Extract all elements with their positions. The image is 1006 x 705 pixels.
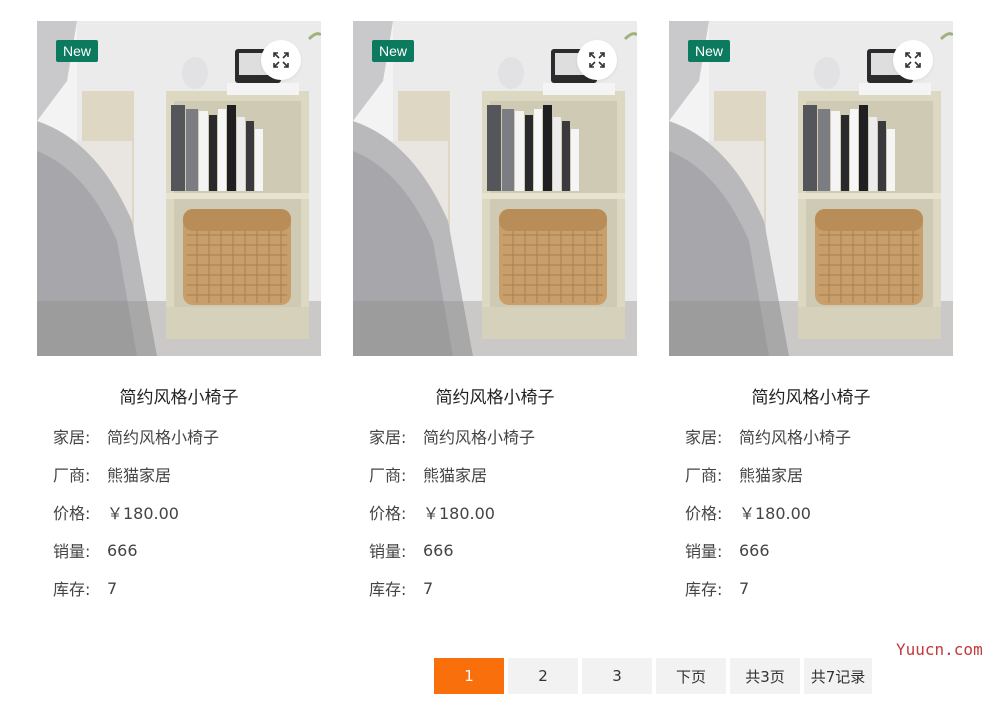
product-image[interactable]: New — [37, 21, 321, 356]
expand-icon[interactable] — [893, 40, 933, 80]
product-title[interactable]: 简约风格小椅子 — [37, 383, 321, 408]
maker-value: 熊猫家居 — [739, 466, 804, 485]
stock-label: 库存: — [685, 580, 723, 599]
info-row-maker: 厂商: 熊猫家居 — [53, 455, 321, 493]
page-1-button[interactable]: 1 — [434, 658, 504, 694]
sales-value: 666 — [423, 540, 454, 560]
category-value: 简约风格小椅子 — [107, 428, 220, 447]
maker-label: 厂商: — [53, 466, 91, 485]
price-value: ￥180.00 — [739, 504, 811, 523]
total-records-label: 共7记录 — [804, 658, 872, 694]
product-image[interactable]: New — [353, 21, 637, 356]
stock-value: 7 — [107, 578, 118, 598]
category-label: 家居: — [685, 428, 723, 447]
expand-icon[interactable] — [577, 40, 617, 80]
category-label: 家居: — [53, 428, 91, 447]
sales-label: 销量: — [53, 542, 91, 561]
info-row-price: 价格: ￥180.00 — [369, 493, 637, 531]
maker-label: 厂商: — [369, 466, 407, 485]
maker-value: 熊猫家居 — [423, 466, 488, 485]
stock-value: 7 — [423, 578, 434, 598]
info-row-category: 家居: 简约风格小椅子 — [53, 417, 321, 455]
info-row-price: 价格: ￥180.00 — [685, 493, 953, 531]
category-value: 简约风格小椅子 — [739, 428, 852, 447]
info-row-maker: 厂商: 熊猫家居 — [685, 455, 953, 493]
new-badge: New — [56, 40, 99, 62]
price-label: 价格: — [685, 504, 723, 523]
price-label: 价格: — [53, 504, 91, 523]
price-value: ￥180.00 — [423, 504, 495, 523]
product-card[interactable]: New 简约风格小椅子 家居: 简约风格小椅子 厂商: 熊猫家居 价格: ￥18… — [37, 21, 321, 607]
sales-label: 销量: — [685, 542, 723, 561]
product-title[interactable]: 简约风格小椅子 — [353, 383, 637, 408]
stock-label: 库存: — [369, 580, 407, 599]
product-card[interactable]: New 简约风格小椅子 家居: 简约风格小椅子 厂商: 熊猫家居 价格: ￥18… — [353, 21, 637, 607]
price-label: 价格: — [369, 504, 407, 523]
sales-value: 666 — [739, 540, 770, 560]
product-title[interactable]: 简约风格小椅子 — [669, 383, 953, 408]
new-badge: New — [372, 40, 415, 62]
info-row-stock: 库存: 7 — [685, 569, 953, 607]
sales-value: 666 — [107, 540, 138, 560]
stock-label: 库存: — [53, 580, 91, 599]
expand-icon[interactable] — [261, 40, 301, 80]
watermark: Yuucn.com — [896, 640, 983, 659]
product-info: 家居: 简约风格小椅子 厂商: 熊猫家居 价格: ￥180.00 销量: 666… — [685, 417, 953, 607]
maker-label: 厂商: — [685, 466, 723, 485]
info-row-maker: 厂商: 熊猫家居 — [369, 455, 637, 493]
info-row-category: 家居: 简约风格小椅子 — [685, 417, 953, 455]
product-info: 家居: 简约风格小椅子 厂商: 熊猫家居 价格: ￥180.00 销量: 666… — [53, 417, 321, 607]
info-row-sales: 销量: 666 — [369, 531, 637, 569]
page-2-button[interactable]: 2 — [508, 658, 578, 694]
sales-label: 销量: — [369, 542, 407, 561]
info-row-price: 价格: ￥180.00 — [53, 493, 321, 531]
page-3-button[interactable]: 3 — [582, 658, 652, 694]
category-label: 家居: — [369, 428, 407, 447]
product-image[interactable]: New — [669, 21, 953, 356]
product-card[interactable]: New 简约风格小椅子 家居: 简约风格小椅子 厂商: 熊猫家居 价格: ￥18… — [669, 21, 953, 607]
info-row-category: 家居: 简约风格小椅子 — [369, 417, 637, 455]
next-page-button[interactable]: 下页 — [656, 658, 726, 694]
total-pages-label: 共3页 — [730, 658, 800, 694]
pagination: 1 2 3 下页 共3页 共7记录 — [434, 658, 872, 694]
price-value: ￥180.00 — [107, 504, 179, 523]
info-row-stock: 库存: 7 — [369, 569, 637, 607]
category-value: 简约风格小椅子 — [423, 428, 536, 447]
stock-value: 7 — [739, 578, 750, 598]
info-row-sales: 销量: 666 — [685, 531, 953, 569]
new-badge: New — [688, 40, 731, 62]
product-info: 家居: 简约风格小椅子 厂商: 熊猫家居 价格: ￥180.00 销量: 666… — [369, 417, 637, 607]
info-row-sales: 销量: 666 — [53, 531, 321, 569]
info-row-stock: 库存: 7 — [53, 569, 321, 607]
maker-value: 熊猫家居 — [107, 466, 172, 485]
